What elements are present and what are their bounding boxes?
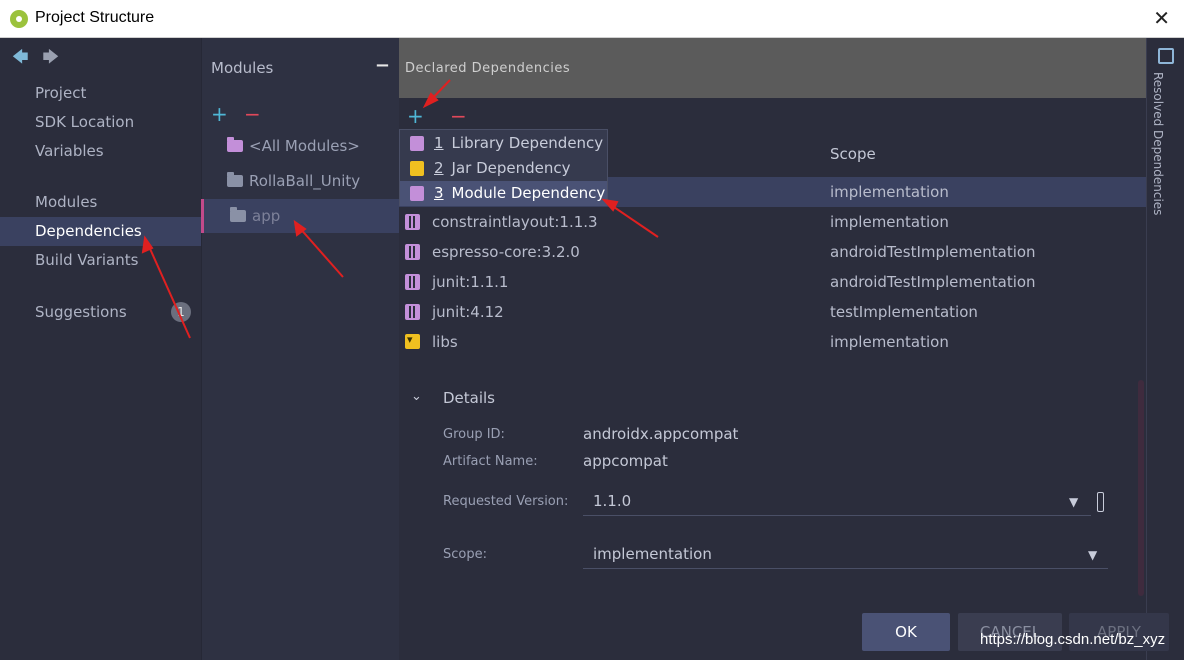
menu-item-mnemonic: 1 xyxy=(434,134,444,152)
forward-arrow-icon[interactable]: 🡆 xyxy=(43,47,60,66)
library-icon xyxy=(410,136,424,151)
version-dropdown-icon[interactable]: ▼ xyxy=(1069,495,1078,509)
suggestions-badge: 1 xyxy=(171,302,191,322)
menu-item-library-dependency[interactable]: 1 Library Dependency xyxy=(400,131,607,156)
scope-label: Scope: xyxy=(443,547,487,562)
nav-arrows: 🡄 🡆 xyxy=(12,46,73,73)
dependency-row[interactable]: espresso-core:3.2.0 androidTestImplement… xyxy=(399,237,1146,267)
dependency-scope: implementation xyxy=(830,333,949,351)
dependency-row[interactable]: constraintlayout:1.1.3 implementation xyxy=(399,207,1146,237)
watermark: https://blog.csdn.net/bz_xyz xyxy=(980,631,1166,648)
scope-dropdown-icon[interactable]: ▼ xyxy=(1088,548,1097,562)
dependency-scope: androidTestImplementation xyxy=(830,243,1036,261)
artifact-name-value: appcompat xyxy=(583,452,668,470)
library-icon xyxy=(405,274,420,290)
details-title: Details xyxy=(443,389,496,407)
nav-item-sdk-location[interactable]: SDK Location xyxy=(0,108,201,137)
artifact-name-label: Artifact Name: xyxy=(443,454,538,469)
menu-item-label: Library Dependency xyxy=(451,134,604,152)
add-dependency-button[interactable]: + xyxy=(407,106,424,126)
dependency-name: constraintlayout:1.1.3 xyxy=(432,213,598,231)
ok-button[interactable]: OK xyxy=(862,613,950,651)
menu-item-mnemonic: 2 xyxy=(434,159,444,177)
module-item-label: <All Modules> xyxy=(249,137,360,155)
module-folder-icon xyxy=(230,207,246,222)
menu-item-jar-dependency[interactable]: 2 Jar Dependency xyxy=(400,156,607,181)
dependency-name: espresso-core:3.2.0 xyxy=(432,243,580,261)
dependency-name: junit:1.1.1 xyxy=(432,273,509,291)
module-item-app[interactable]: app xyxy=(201,199,399,233)
dependency-name: junit:4.12 xyxy=(432,303,504,321)
library-icon xyxy=(405,304,420,320)
dependency-name: libs xyxy=(432,333,458,351)
version-edit-handle[interactable] xyxy=(1097,492,1104,512)
nav-item-variables[interactable]: Variables xyxy=(0,137,201,166)
folder-icon xyxy=(227,137,243,152)
module-folder-icon xyxy=(227,172,243,187)
scope-column-header[interactable]: Scope xyxy=(830,145,876,163)
jar-icon xyxy=(410,161,424,176)
window-title: Project Structure xyxy=(35,9,155,26)
scope-select[interactable]: implementation xyxy=(583,541,1108,569)
menu-item-label: Module Dependency xyxy=(451,184,606,202)
resolved-dependencies-icon xyxy=(1158,48,1174,64)
remove-dependency-button[interactable]: − xyxy=(450,106,467,126)
dependency-row[interactable]: junit:1.1.1 androidTestImplementation xyxy=(399,267,1146,297)
nav-item-modules[interactable]: Modules xyxy=(0,188,201,217)
dependency-scope: implementation xyxy=(830,183,949,201)
requested-version-field[interactable]: 1.1.0 xyxy=(583,488,1091,516)
nav-item-project[interactable]: Project xyxy=(0,79,201,108)
menu-item-module-dependency[interactable]: 3 Module Dependency xyxy=(400,181,607,206)
collapse-icon[interactable]: − xyxy=(375,55,390,76)
menu-item-label: Jar Dependency xyxy=(451,159,571,177)
group-id-value: androidx.appcompat xyxy=(583,425,739,443)
module-icon xyxy=(410,186,424,201)
close-icon[interactable]: ✕ xyxy=(1153,6,1170,30)
module-item-all[interactable]: <All Modules> xyxy=(201,129,399,163)
add-module-button[interactable]: + xyxy=(211,104,228,124)
details-toggle-icon[interactable]: ⌄ xyxy=(411,389,422,404)
modules-header: Modules − xyxy=(202,38,400,98)
modules-header-label: Modules xyxy=(211,59,274,77)
dependency-scope: implementation xyxy=(830,213,949,231)
resolved-dependencies-label: Resolved Dependencies xyxy=(1151,72,1165,216)
declared-dependencies-label: Declared Dependencies xyxy=(405,61,571,76)
module-item-label: RollaBall_Unity xyxy=(249,172,361,190)
jar-icon xyxy=(405,325,420,355)
add-dependency-menu: 1 Library Dependency 2 Jar Dependency 3 Mod… xyxy=(399,129,608,206)
menu-item-mnemonic: 3 xyxy=(434,184,444,202)
nav-item-dependencies[interactable]: Dependencies xyxy=(0,217,201,246)
group-id-label: Group ID: xyxy=(443,427,505,442)
nav-item-build-variants[interactable]: Build Variants xyxy=(0,246,201,275)
module-item-label: app xyxy=(252,207,281,225)
details-scrollbar[interactable] xyxy=(1138,380,1144,596)
dependency-row[interactable]: libs implementation xyxy=(399,325,1146,357)
dependency-scope: testImplementation xyxy=(830,303,978,321)
module-item-rollaball[interactable]: RollaBall_Unity xyxy=(201,164,399,198)
dependency-scope: androidTestImplementation xyxy=(830,273,1036,291)
requested-version-label: Requested Version: xyxy=(443,494,569,509)
remove-module-button[interactable]: − xyxy=(244,104,261,124)
title-bar: Project Structure ✕ xyxy=(0,0,1184,38)
declared-dependencies-header: Declared Dependencies xyxy=(399,38,1146,98)
dependency-row[interactable]: junit:4.12 testImplementation xyxy=(399,297,1146,327)
android-studio-logo-icon xyxy=(10,10,28,28)
library-icon xyxy=(405,244,420,260)
back-arrow-icon[interactable]: 🡄 xyxy=(12,47,29,66)
library-icon xyxy=(405,214,420,230)
resolved-dependencies-tab[interactable]: Resolved Dependencies xyxy=(1146,38,1184,660)
